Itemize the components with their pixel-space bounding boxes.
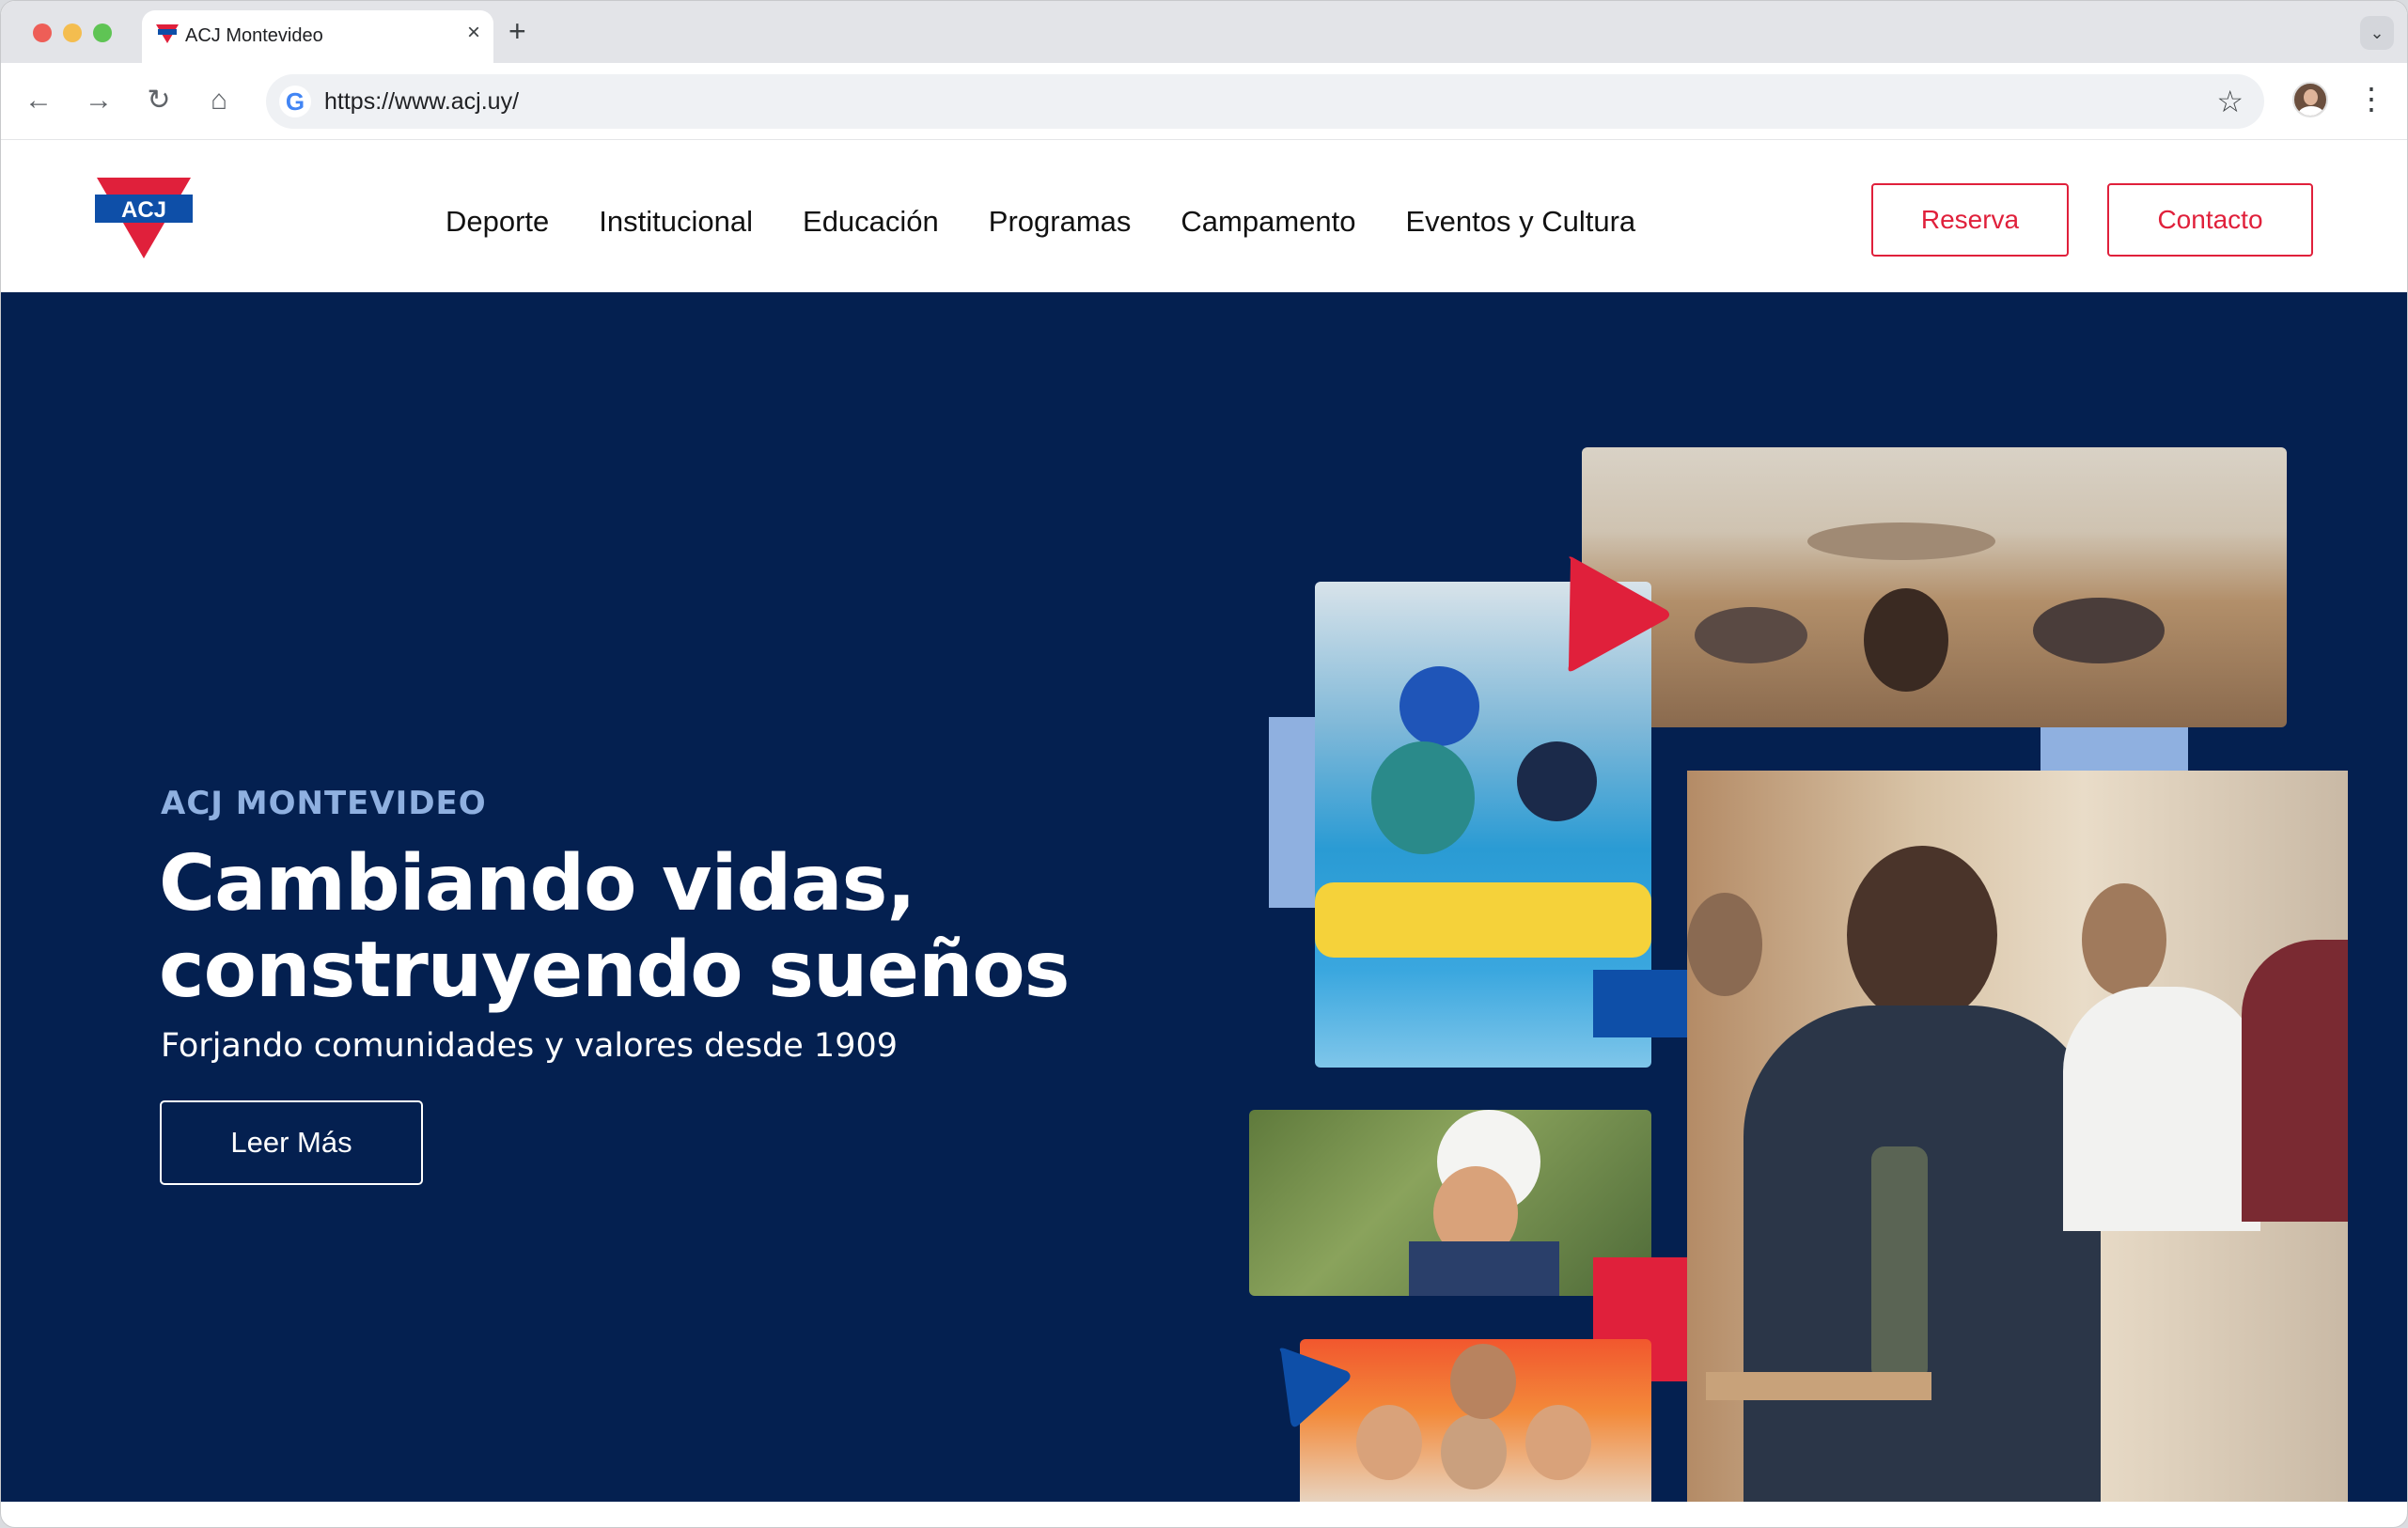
- bookmark-star-icon[interactable]: ☆: [2216, 84, 2244, 119]
- acj-favicon-icon: [156, 24, 179, 43]
- photo-face-shape: [1356, 1405, 1422, 1480]
- hero-headline-line1: Cambiando vidas,: [159, 839, 916, 928]
- google-icon: G: [279, 86, 311, 117]
- url-text[interactable]: https://www.acj.uy/: [324, 88, 519, 116]
- photo-float-board-shape: [1315, 882, 1651, 958]
- decor-triangle-red: [1568, 556, 1669, 672]
- profile-avatar[interactable]: [2292, 82, 2328, 117]
- browser-toolbar: ← → ↻ ⌂ G https://www.acj.uy/ ☆ ⋮: [1, 63, 2407, 140]
- photo-water-bottle-shape: [1871, 1146, 1928, 1381]
- photo-desk-shape: [1706, 1372, 1931, 1400]
- photo-shirt-shape: [1409, 1241, 1559, 1296]
- photo-shirt-shape: [2063, 987, 2260, 1231]
- decor-triangle-blue: [1279, 1348, 1351, 1427]
- nav-item-institucional[interactable]: Institucional: [599, 205, 753, 239]
- main-nav: Deporte Institucional Educación Programa…: [446, 205, 1685, 239]
- address-bar[interactable]: G https://www.acj.uy/ ☆: [266, 74, 2264, 129]
- photo-cap-shape: [1399, 666, 1479, 746]
- nav-item-programas[interactable]: Programas: [989, 205, 1132, 239]
- hero-section: ACJ MONTEVIDEO Cambiando vidas, construy…: [1, 292, 2407, 1502]
- new-tab-button[interactable]: +: [508, 14, 526, 48]
- browser-window: ACJ Montevideo × + ⌄ ← → ↻ ⌂ G https://w…: [0, 0, 2408, 1528]
- maximize-window-button[interactable]: [93, 23, 112, 42]
- photo-head-shape: [1847, 846, 1997, 1024]
- photo-body-shape: [1371, 741, 1475, 854]
- hero-headline: Cambiando vidas, construyendo sueños: [159, 839, 1070, 1015]
- avatar-shirt: [2298, 106, 2324, 116]
- acj-logo[interactable]: ACJ: [95, 176, 193, 260]
- logo-text: ACJ: [121, 197, 166, 223]
- avatar-face: [2304, 89, 2318, 105]
- photo-head-shape: [1687, 893, 1762, 996]
- decor-bar-light-blue: [1269, 717, 1315, 908]
- tab-title: ACJ Montevideo: [185, 25, 323, 46]
- minimize-window-button[interactable]: [63, 23, 82, 42]
- contacto-button[interactable]: Contacto: [2107, 183, 2313, 257]
- forward-button[interactable]: →: [80, 82, 117, 119]
- photo-shirt-shape: [2242, 940, 2348, 1222]
- close-tab-icon[interactable]: ×: [467, 22, 480, 44]
- reload-button[interactable]: ↻: [140, 82, 178, 119]
- classroom-photo: [1687, 771, 2348, 1502]
- zipline-photo: [1249, 1110, 1651, 1296]
- photo-cap-shape: [1517, 741, 1597, 821]
- nav-item-campamento[interactable]: Campamento: [1181, 205, 1355, 239]
- back-button[interactable]: ←: [20, 82, 57, 119]
- photo-head-shape: [2082, 883, 2166, 996]
- tab-search-button[interactable]: ⌄: [2360, 16, 2394, 50]
- photo-figure-shape: [1695, 607, 1807, 663]
- tab-acj-montevideo[interactable]: ACJ Montevideo ×: [142, 10, 493, 63]
- photo-figure-shape: [1807, 522, 1995, 560]
- decor-square-blue: [1593, 970, 1687, 1037]
- leer-mas-button[interactable]: Leer Más: [160, 1100, 423, 1185]
- yoga-class-photo: [1582, 447, 2287, 727]
- photo-face-shape: [1525, 1405, 1591, 1480]
- nav-item-deporte[interactable]: Deporte: [446, 205, 549, 239]
- hero-eyebrow: ACJ MONTEVIDEO: [161, 785, 487, 822]
- photo-figure-shape: [1864, 588, 1948, 692]
- close-window-button[interactable]: [33, 23, 52, 42]
- photo-figure-shape: [2033, 598, 2165, 663]
- photo-face-shape: [1441, 1414, 1507, 1489]
- kids-group-photo: [1300, 1339, 1651, 1502]
- reserva-button[interactable]: Reserva: [1871, 183, 2069, 257]
- home-button[interactable]: ⌂: [200, 82, 238, 119]
- nav-item-eventos-cultura[interactable]: Eventos y Cultura: [1406, 205, 1636, 239]
- hero-headline-line2: construyendo sueños: [159, 926, 1070, 1015]
- nav-item-educacion[interactable]: Educación: [803, 205, 939, 239]
- hero-subline: Forjando comunidades y valores desde 190…: [161, 1027, 898, 1065]
- photo-face-shape: [1450, 1344, 1516, 1419]
- browser-menu-icon[interactable]: ⋮: [2356, 80, 2386, 117]
- site-header: ACJ Deporte Institucional Educación Prog…: [1, 141, 2407, 292]
- tab-strip: ACJ Montevideo × + ⌄: [1, 1, 2407, 63]
